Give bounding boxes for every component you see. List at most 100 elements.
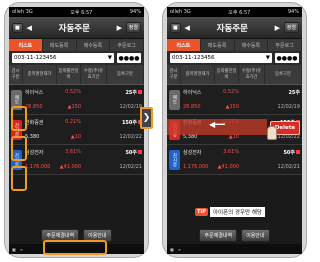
quantity: 50주 xyxy=(283,149,295,156)
register-flag-icon xyxy=(296,150,300,155)
menu-button[interactable]: ■ xyxy=(170,22,181,33)
change-rate: 3.61% xyxy=(65,149,81,156)
order-history-button[interactable]: 주문체결내역 xyxy=(199,229,238,242)
home-icon[interactable]: ■ xyxy=(12,247,16,252)
bottom-nav: ■ ≡ xyxy=(167,244,302,254)
sort-button[interactable]: 정렬 xyxy=(283,22,299,33)
next-arrow-icon[interactable]: ▶ xyxy=(273,24,282,32)
tab-sell-register[interactable]: 매도등록 xyxy=(43,39,77,51)
price-diff: ▲41,000 xyxy=(217,163,239,170)
current-price: 28,850 xyxy=(25,103,43,110)
right-screen: olleh 3G 오후 6:57 94% ■ ◀ 자동주문 ▶ 정렬 리스트 매… xyxy=(167,7,302,254)
network-label: 3G xyxy=(25,9,33,15)
quantity: 25주 xyxy=(125,89,137,96)
table-row[interactable]: 매도 하이닉스 0.52% 25주 28,850 ▲150 12/02/19 xyxy=(167,85,302,115)
highlight-box xyxy=(11,166,27,191)
table-row[interactable]: 감시중 한화증권0.21%150주 5,380▲1012/02/22 xyxy=(9,115,144,145)
price-diff: ▲150 xyxy=(67,103,81,110)
prev-arrow-icon[interactable]: ◀ xyxy=(183,24,192,32)
current-price: 28,850 xyxy=(183,103,201,110)
account-bar: 003-11-123456 ▼ ●●●● xyxy=(9,51,144,65)
table-row[interactable]: 매도 하이닉스 0.52% 25주 28,850 ▲150 12/02/19 xyxy=(9,85,144,115)
tab-bar: 리스트 매도등록 매수등록 주문로그 xyxy=(167,39,302,51)
tab-list[interactable]: 리스트 xyxy=(9,39,43,51)
current-price: 5,380 xyxy=(25,133,40,140)
prev-arrow-icon[interactable]: ◀ xyxy=(25,24,34,32)
password-field[interactable]: ●●●● xyxy=(275,53,299,63)
tab-buy-register[interactable]: 매수등록 xyxy=(77,39,111,51)
menu-button[interactable]: ■ xyxy=(12,22,23,33)
left-phone-frame: olleh 3G 오후 6:57 94% ■ ◀ 자동주문 ▶ 정렬 리스트 매… xyxy=(4,2,153,258)
time-label: 오후 6:57 xyxy=(228,9,251,16)
highlight-box xyxy=(11,136,27,161)
col-change: 등락률전일비 xyxy=(215,65,239,84)
col-name-price: 종목명현재가 xyxy=(23,65,57,84)
network-label: 3G xyxy=(183,9,191,15)
quantity: 25주 xyxy=(288,89,300,96)
highlight-box xyxy=(11,106,27,131)
tab-buy-register[interactable]: 매수등록 xyxy=(235,39,269,51)
current-price: 1,176,000 xyxy=(25,163,51,170)
change-rate: 3.61% xyxy=(223,149,239,156)
tip-callout: TIP 아이폰의 경우만 해당 xyxy=(195,207,265,217)
expiry-date: 12/02/22 xyxy=(119,133,142,140)
right-phone-frame: olleh 3G 오후 6:57 94% ■ ◀ 자동주문 ▶ 정렬 리스트 매… xyxy=(162,2,307,258)
register-flag-icon xyxy=(138,90,142,95)
status-bar: olleh 3G 오후 6:57 94% xyxy=(9,7,144,17)
sort-button[interactable]: 정렬 xyxy=(125,22,141,33)
current-price: 1,176,000 xyxy=(183,163,209,170)
stock-name: 한화증권 xyxy=(25,119,44,126)
col-register-type: 등록구분 xyxy=(107,65,144,84)
table-row[interactable]: 감시중 삼성전자 3.61% 50주 1,176,000 ▲41,000 12/02/2… xyxy=(167,145,302,175)
status-badge[interactable]: 감시중 xyxy=(168,149,180,170)
title-bar: ■ ◀ 자동주문 ▶ 정렬 xyxy=(167,17,302,39)
col-qty-expiry: 수량(주)유효기간 xyxy=(81,65,107,84)
highlight-box xyxy=(43,240,107,255)
battery-label: 94% xyxy=(287,9,299,15)
home-icon[interactable]: ■ xyxy=(170,247,174,252)
table-row[interactable]: 감시중 삼성전자 3.61% 50주 1,176,000 ▲41,000 12/02/2… xyxy=(9,145,144,175)
table-header: 감시구분 종목명현재가 등락률전일비 수량(주)유효기간 등록구분 xyxy=(9,65,144,85)
hand-pointer-icon xyxy=(267,126,277,140)
swipe-left-arrow-icon: ◀━━ xyxy=(209,120,225,129)
tab-order-log[interactable]: 주문로그 xyxy=(110,39,144,51)
col-name-price: 종목명현재가 xyxy=(181,65,215,84)
title-bar: ■ ◀ 자동주문 ▶ 정렬 xyxy=(9,17,144,39)
password-field[interactable]: ●●●● xyxy=(117,53,141,63)
footer-buttons: 주문체결내역 이용안내 xyxy=(167,229,302,242)
next-arrow-icon[interactable]: ▶ xyxy=(115,24,124,32)
tip-badge: TIP xyxy=(195,208,208,216)
tab-bar: 리스트 매도등록 매수등록 주문로그 xyxy=(9,39,144,51)
col-change: 등락률전일비 xyxy=(57,65,81,84)
menu-icon[interactable]: ≡ xyxy=(178,247,181,252)
stock-name: 삼성전자 xyxy=(25,149,44,156)
price-diff: ▲10 xyxy=(70,133,81,140)
carrier-label: olleh xyxy=(12,9,25,15)
left-screen: olleh 3G 오후 6:57 94% ■ ◀ 자동주문 ▶ 정렬 리스트 매… xyxy=(9,7,144,254)
battery-label: 94% xyxy=(129,9,141,15)
expiry-date: 12/02/19 xyxy=(119,103,142,110)
chevron-down-icon: ▼ xyxy=(265,55,270,61)
status-badge[interactable]: 매도 xyxy=(168,89,180,110)
carrier-label: olleh xyxy=(170,9,183,15)
quantity: 150주 xyxy=(121,119,137,126)
swipe-right-arrow-icon[interactable]: ❯ xyxy=(140,107,153,129)
expiry-date: 12/02/19 xyxy=(277,103,300,110)
price-diff: ▲150 xyxy=(225,103,239,110)
tip-text: 아이폰의 경우만 해당 xyxy=(209,207,265,217)
expiry-date: 12/02/21 xyxy=(119,163,142,170)
tab-sell-register[interactable]: 매도등록 xyxy=(201,39,235,51)
register-flag-icon xyxy=(138,150,142,155)
help-button[interactable]: 이용안내 xyxy=(241,229,270,242)
status-bar: olleh 3G 오후 6:57 94% xyxy=(167,7,302,17)
account-bar: 003-11-123456 ▼ ●●●● xyxy=(167,51,302,65)
account-select[interactable]: 003-11-123456 ▼ xyxy=(12,53,114,63)
quantity: 50주 xyxy=(125,149,137,156)
table-header: 감시구분 종목명현재가 등락률전일비 수량(주)유효기간 등록구분 xyxy=(167,65,302,85)
tab-list[interactable]: 리스트 xyxy=(167,39,201,51)
tab-order-log[interactable]: 주문로그 xyxy=(268,39,302,51)
page-title: 자동주문 xyxy=(58,23,90,34)
account-number: 003-11-123456 xyxy=(14,55,57,61)
menu-icon[interactable]: ≡ xyxy=(20,247,23,252)
account-select[interactable]: 003-11-123456 ▼ xyxy=(170,53,272,63)
